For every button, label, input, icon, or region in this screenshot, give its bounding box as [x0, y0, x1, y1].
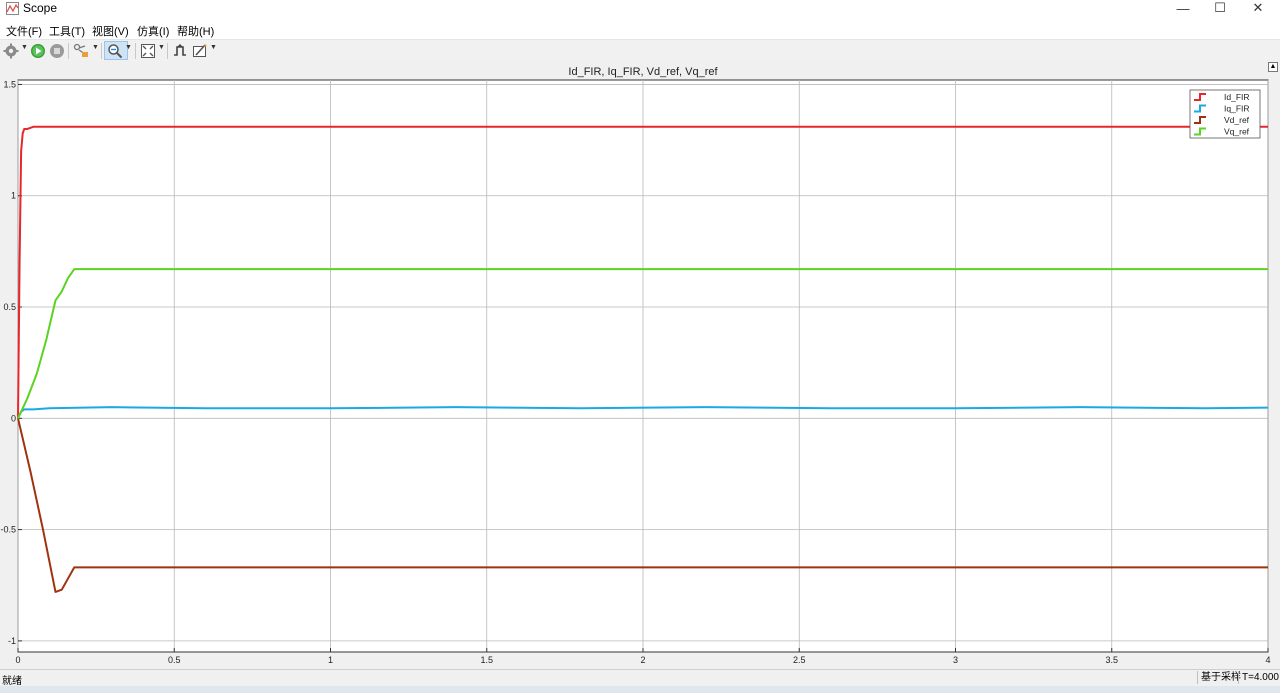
triggers-icon[interactable]: [172, 43, 188, 59]
restore-layout-button[interactable]: ▲: [1268, 62, 1278, 72]
highlight-block-icon[interactable]: [73, 43, 89, 59]
maximize-button[interactable]: ☐: [1202, 0, 1238, 16]
y-tick-label: 0.5: [3, 302, 16, 312]
toolbar-separator: [167, 43, 168, 59]
close-button[interactable]: ✕: [1240, 0, 1276, 16]
run-icon[interactable]: [30, 43, 46, 59]
chart-title: Id_FIR, Iq_FIR, Vd_ref, Vq_ref: [568, 66, 718, 78]
x-tick-label: 2.5: [793, 655, 806, 665]
scope-app-icon: [6, 2, 19, 15]
x-tick-label: 4: [1265, 655, 1270, 665]
y-tick-label: 1: [11, 191, 16, 201]
zoom-dropdown-icon[interactable]: ▼: [125, 44, 132, 51]
y-tick-label: -0.5: [0, 525, 16, 535]
legend-label: Iq_FIR: [1224, 104, 1250, 114]
up-arrow-icon: ▲: [1269, 63, 1277, 70]
legend-label: Vd_ref: [1224, 115, 1250, 125]
x-tick-label: 0.5: [168, 655, 181, 665]
y-tick-label: 0: [11, 413, 16, 423]
menu-bar: 文件(F) 工具(T) 视图(V) 仿真(I) 帮助(H): [0, 20, 1280, 38]
legend-label: Id_FIR: [1224, 92, 1250, 102]
close-icon: ✕: [1252, 0, 1264, 15]
toolbar-separator: [101, 43, 102, 59]
measurements-dropdown-icon[interactable]: ▼: [210, 44, 217, 51]
scope-chart[interactable]: Id_FIR, Iq_FIR, Vd_ref, Vq_ref 0 0.5 1 1.5 2 2…: [0, 61, 1280, 669]
stop-icon[interactable]: [49, 43, 65, 59]
x-tick-label: 1: [328, 655, 333, 665]
simulation-time-indicator: T=4.000: [1238, 671, 1279, 684]
maximize-icon: ☐: [1214, 0, 1226, 15]
status-bar: 就绪 基于采样 T=4.000: [0, 669, 1280, 687]
measurements-icon[interactable]: [192, 43, 208, 59]
autoscale-icon[interactable]: [140, 43, 156, 59]
menu-simulation[interactable]: 仿真(I): [137, 23, 169, 39]
menu-tools[interactable]: 工具(T): [49, 23, 85, 39]
menu-file[interactable]: 文件(F): [6, 23, 42, 39]
window-title: Scope: [23, 1, 58, 15]
x-tick-label: 0: [15, 655, 20, 665]
highlight-dropdown-icon[interactable]: ▼: [92, 44, 99, 51]
taskbar-strip: [0, 686, 1280, 693]
menu-view[interactable]: 视图(V): [92, 23, 129, 39]
x-tick-label: 3: [953, 655, 958, 665]
toolbar-separator: [135, 43, 136, 59]
settings-icon[interactable]: [3, 43, 19, 59]
minimize-icon: —: [1176, 0, 1190, 16]
autoscale-dropdown-icon[interactable]: ▼: [158, 44, 165, 51]
legend-label: Vq_ref: [1224, 127, 1250, 137]
y-tick-label: -1: [8, 636, 16, 646]
settings-dropdown-icon[interactable]: ▼: [21, 44, 28, 51]
minimize-button[interactable]: —: [1165, 0, 1201, 16]
zoom-icon[interactable]: [107, 43, 123, 59]
toolbar: ▼ ▼ ▼ ▼ ▼: [0, 39, 1280, 63]
menu-help[interactable]: 帮助(H): [177, 23, 214, 39]
title-bar: Scope — ☐ ✕: [0, 0, 1280, 18]
x-tick-label: 2: [640, 655, 645, 665]
sample-mode-indicator: 基于采样: [1197, 671, 1241, 684]
x-tick-label: 3.5: [1105, 655, 1118, 665]
toolbar-separator: [68, 43, 69, 59]
x-tick-label: 1.5: [480, 655, 493, 665]
status-ready-text: 就绪: [2, 676, 22, 687]
y-tick-label: 1.5: [3, 79, 16, 89]
